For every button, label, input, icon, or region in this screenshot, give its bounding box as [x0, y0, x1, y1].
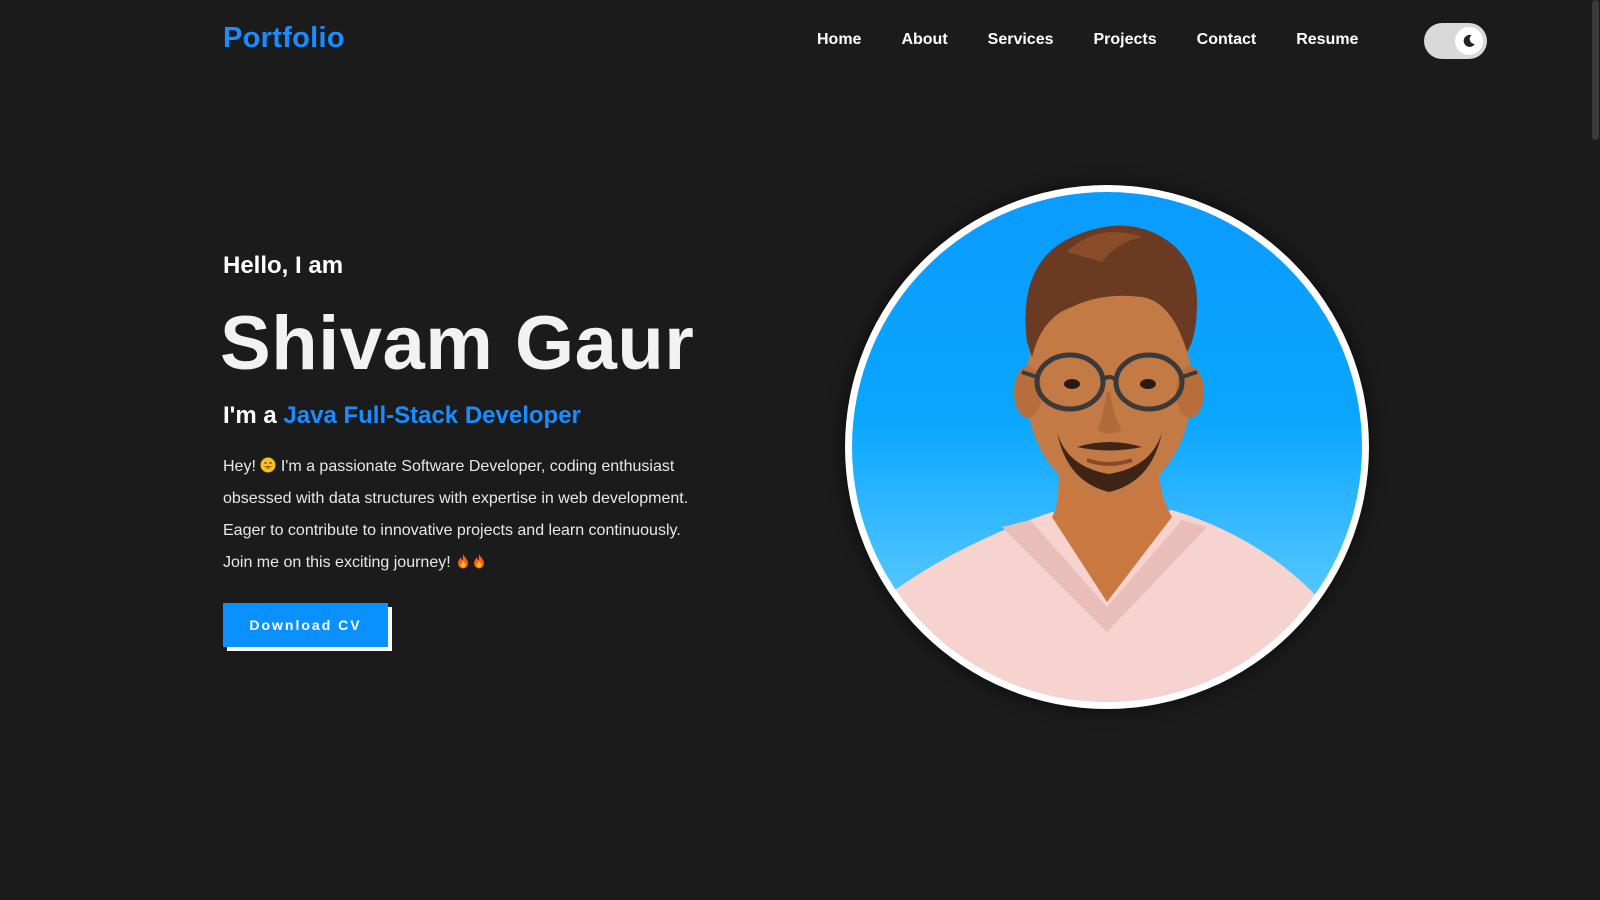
nav-contact[interactable]: Contact: [1197, 31, 1257, 49]
bio-paragraph: Hey! I'm a passionate Software Developer…: [223, 451, 701, 579]
toggle-knob: [1455, 27, 1483, 55]
role-line: I'm a Java Full-Stack Developer: [223, 402, 581, 430]
role-title: Java Full-Stack Developer: [283, 402, 581, 429]
main-nav: Home About Services Projects Contact Res…: [817, 31, 1358, 49]
fire-emoji: [474, 554, 485, 569]
fire-emoji: [458, 554, 469, 569]
nav-projects[interactable]: Projects: [1094, 31, 1157, 49]
nav-resume[interactable]: Resume: [1296, 31, 1358, 49]
moon-icon: [1463, 34, 1475, 47]
scrollbar-thumb[interactable]: [1592, 0, 1599, 140]
download-cv-wrapper: Download CV: [223, 603, 392, 651]
logo[interactable]: Portfolio: [223, 22, 345, 55]
role-prefix: I'm a: [223, 402, 277, 429]
page: Portfolio Home About Services Projects C…: [0, 0, 1600, 900]
nav-services[interactable]: Services: [988, 31, 1054, 49]
nav-about[interactable]: About: [901, 31, 947, 49]
scrollbar[interactable]: [1591, 0, 1600, 900]
download-cv-button[interactable]: Download CV: [223, 603, 388, 647]
portrait-frame: [845, 185, 1369, 709]
grinning-face-emoji: [260, 457, 276, 473]
nav-home[interactable]: Home: [817, 31, 861, 49]
bio-hey: Hey!: [223, 458, 256, 475]
profile-photo: [852, 192, 1362, 702]
theme-toggle[interactable]: [1424, 23, 1487, 59]
hero-name: Shivam Gaur: [220, 301, 695, 386]
greeting: Hello, I am: [223, 252, 344, 279]
portrait-illustration: [852, 225, 1362, 702]
